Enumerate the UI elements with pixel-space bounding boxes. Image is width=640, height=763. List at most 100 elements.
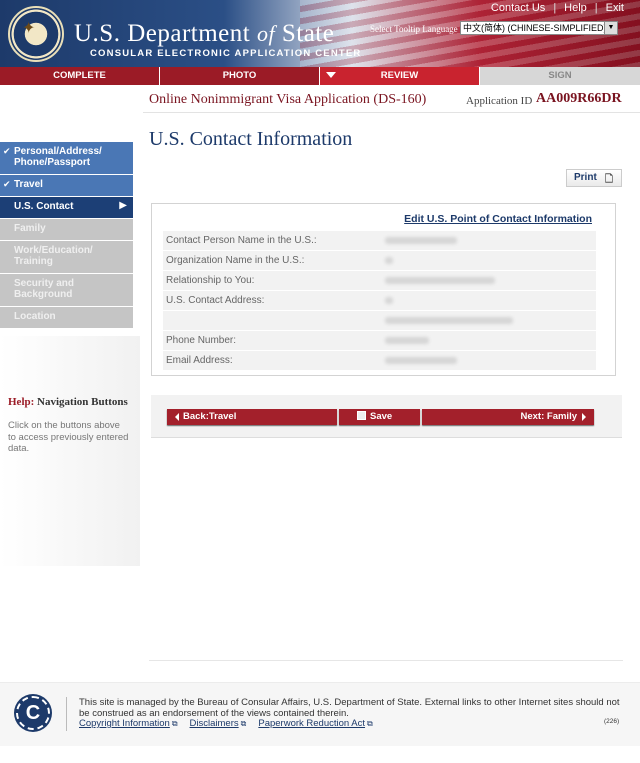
- edit-contact-link[interactable]: Edit U.S. Point of Contact Information: [404, 213, 592, 225]
- section-navigation: ✔ Personal/Address/ Phone/Passport ✔ Tra…: [0, 142, 133, 329]
- field-row-address: U.S. Contact Address:: [163, 291, 596, 310]
- sidebar-item-label: U.S. Contact: [14, 201, 74, 212]
- contact-us-link[interactable]: Contact Us: [483, 2, 553, 14]
- redacted-value: [385, 237, 457, 244]
- next-button-label: Next: Family: [520, 411, 578, 422]
- progress-step-photo: PHOTO: [160, 67, 320, 85]
- sidebar-item-label: Location: [14, 311, 56, 322]
- page-code: (226): [604, 718, 620, 725]
- consular-affairs-logo-icon: C: [16, 696, 50, 730]
- redacted-value: [385, 357, 457, 364]
- print-button[interactable]: Print 🗋: [566, 169, 622, 187]
- field-row-contact-person: Contact Person Name in the U.S.:: [163, 231, 596, 250]
- progress-step-label: COMPLETE: [53, 70, 106, 81]
- footer-divider: [66, 697, 67, 731]
- save-button[interactable]: Save: [339, 409, 420, 425]
- tooltip-language-label: Select Tooltip Language: [370, 24, 458, 34]
- redacted-value: [385, 277, 495, 284]
- sidebar-item-label: Work/Education/ Training: [14, 245, 93, 267]
- title-divider: [143, 112, 640, 113]
- help-box: Help: Navigation Buttons Click on the bu…: [8, 396, 130, 455]
- help-title-text: Navigation Buttons: [34, 396, 128, 408]
- application-progress-bar: COMPLETE PHOTO REVIEW SIGN: [0, 67, 640, 85]
- progress-step-complete: COMPLETE: [0, 67, 160, 85]
- progress-step-review: REVIEW: [320, 67, 480, 85]
- chevron-down-icon: ▼: [604, 22, 617, 34]
- help-title: Help: Navigation Buttons: [8, 396, 130, 408]
- sidebar-item-label: Security and Background: [14, 278, 75, 300]
- redacted-value: [385, 257, 393, 264]
- exit-link[interactable]: Exit: [598, 2, 632, 14]
- page-title: U.S. Contact Information: [149, 128, 353, 150]
- progress-step-label: PHOTO: [222, 70, 257, 81]
- footer-disclaimer: This site is managed by the Bureau of Co…: [79, 697, 620, 719]
- sidebar-item-label: Family: [14, 223, 46, 234]
- paperwork-link-label: Paperwork Reduction Act: [258, 718, 366, 729]
- disclaimers-link[interactable]: Disclaimers ⧉: [190, 718, 247, 729]
- field-row-phone: Phone Number:: [163, 331, 596, 350]
- copyright-link[interactable]: Copyright Information ⧉: [79, 718, 178, 729]
- footer-links: Copyright Information ⧉ Disclaimers ⧉ Pape…: [79, 718, 373, 729]
- help-link[interactable]: Help: [556, 2, 595, 14]
- redacted-value: [385, 317, 513, 324]
- field-row-email: Email Address:: [163, 351, 596, 370]
- back-button[interactable]: Back:Travel: [167, 409, 337, 425]
- field-label: Contact Person Name in the U.S.:: [166, 235, 317, 246]
- progress-step-sign: SIGN: [480, 67, 640, 85]
- sidebar-item-personal[interactable]: ✔ Personal/Address/ Phone/Passport: [0, 142, 133, 174]
- chevron-right-icon: ▶: [119, 200, 127, 211]
- field-label: Email Address:: [166, 355, 233, 366]
- field-row-organization: Organization Name in the U.S.:: [163, 251, 596, 270]
- site-footer: C This site is managed by the Bureau of …: [0, 682, 640, 746]
- sidebar-item-travel[interactable]: ✔ Travel: [0, 175, 133, 196]
- eagle-icon: ✦: [22, 18, 36, 37]
- content-divider: [149, 660, 623, 661]
- department-title: U.S. Department of State: [74, 20, 334, 48]
- application-id: AA009R66DR: [536, 91, 622, 106]
- sidebar-item-label: Travel: [14, 179, 43, 190]
- save-button-label: Save: [370, 411, 393, 422]
- tooltip-language-select[interactable]: 中文(简体) (CHINESE-SIMPLIFIED) ▼: [460, 21, 618, 35]
- contact-info-panel: Edit U.S. Point of Contact Information C…: [151, 203, 616, 376]
- application-id-label: Application ID: [466, 95, 533, 107]
- next-button[interactable]: Next: Family: [422, 409, 594, 425]
- progress-step-label: REVIEW: [380, 70, 419, 81]
- sidebar-item-security: Security and Background: [0, 274, 133, 306]
- sidebar-item-label: Personal/Address/ Phone/Passport: [14, 146, 102, 168]
- print-label: Print: [574, 172, 597, 183]
- redacted-value: [385, 297, 393, 304]
- checkmark-icon: ✔: [3, 180, 11, 190]
- disclaimers-link-label: Disclaimers: [189, 718, 239, 729]
- checkmark-icon: ✔: [3, 147, 11, 157]
- external-link-icon: ⧉: [171, 719, 178, 728]
- field-label: Relationship to You:: [166, 275, 255, 286]
- dept-suffix: State: [275, 20, 335, 47]
- document-icon: 🗋: [604, 174, 613, 185]
- dept-prefix: U.S. Department: [74, 20, 257, 47]
- help-text: Click on the buttons above to access pre…: [8, 420, 129, 454]
- current-step-marker-icon: [326, 72, 336, 78]
- tooltip-language-value: 中文(简体) (CHINESE-SIMPLIFIED): [463, 23, 607, 33]
- sidebar-item-work-education: Work/Education/ Training: [0, 241, 133, 273]
- state-department-seal-icon: [8, 6, 64, 62]
- field-row-address-line2: [163, 311, 596, 330]
- copyright-link-label: Copyright Information: [79, 718, 170, 729]
- dept-of: of: [256, 21, 276, 46]
- floppy-disk-icon: [357, 411, 366, 420]
- paperwork-reduction-link[interactable]: Paperwork Reduction Act ⧉: [258, 718, 372, 729]
- field-row-relationship: Relationship to You:: [163, 271, 596, 290]
- external-link-icon: ⧉: [240, 719, 247, 728]
- sidebar-item-family: Family: [0, 219, 133, 240]
- top-links: Contact Us | Help | Exit: [483, 2, 632, 14]
- field-label: Organization Name in the U.S.:: [166, 255, 305, 266]
- redacted-value: [385, 337, 429, 344]
- sidebar-item-us-contact[interactable]: U.S. Contact ▶: [0, 197, 133, 218]
- ceac-subtitle: CONSULAR ELECTRONIC APPLICATION CENTER: [90, 48, 362, 59]
- arrow-right-icon: [582, 413, 586, 421]
- field-label: Phone Number:: [166, 335, 237, 346]
- field-label: U.S. Contact Address:: [166, 295, 265, 306]
- arrow-left-icon: [175, 413, 179, 421]
- application-title: Online Nonimmigrant Visa Application (DS…: [149, 92, 427, 107]
- external-link-icon: ⧉: [367, 719, 373, 728]
- navigation-buttons-bar: Back:Travel Save Next: Family: [151, 395, 622, 438]
